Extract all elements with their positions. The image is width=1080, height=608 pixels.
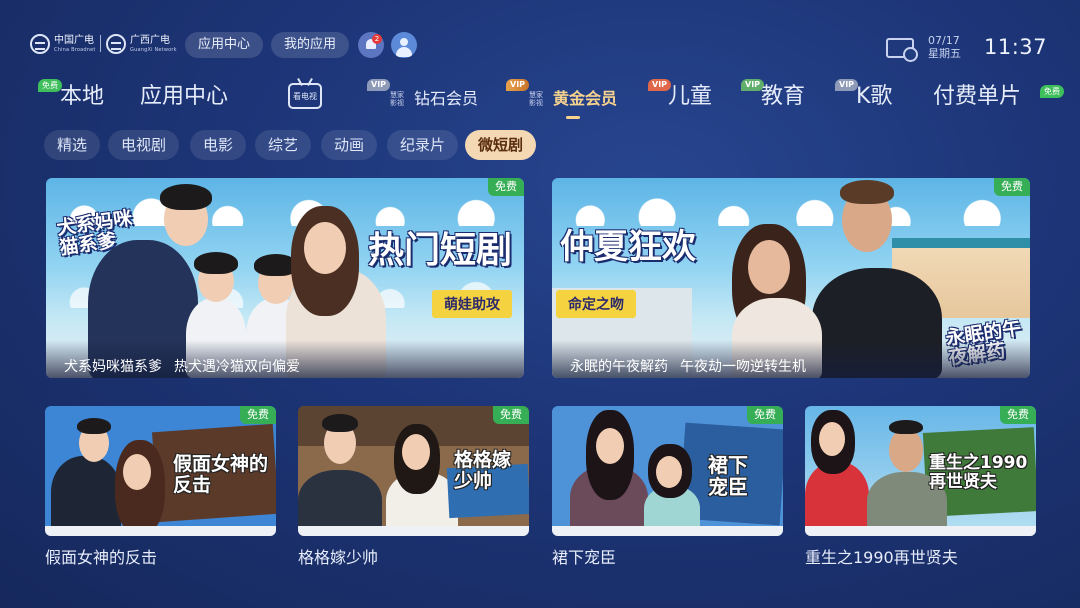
poster-figure (51, 456, 121, 536)
active-nav-indicator (566, 116, 580, 119)
poster-title: 仲夏狂欢 (560, 227, 696, 267)
logo-gx-subtitle: GuangXi Network (130, 46, 177, 53)
card-caption: 犬系妈咪猫系爹 热犬遇冷猫双向偏爱 (46, 340, 524, 378)
tab-featured[interactable]: 精选 (44, 130, 101, 160)
user-icon (400, 38, 408, 46)
free-badge: 免费 (488, 178, 524, 196)
short-drama-card[interactable]: 重生之1990再世贤夫 免费 (805, 406, 1036, 536)
short-drama-card[interactable]: 假面女神的反击 免费 (45, 406, 276, 536)
logo-gx-title: 广西广电 (130, 34, 170, 46)
notification-button[interactable]: 2 (358, 32, 384, 58)
free-badge: 免费 (240, 406, 276, 424)
poster-face (402, 434, 430, 470)
nav-item-karaoke[interactable]: K歌 (856, 84, 892, 110)
free-badge: 免费 (1000, 406, 1036, 424)
tab-variety[interactable]: 综艺 (255, 130, 312, 160)
short-drama-card[interactable]: 格格嫁少帅 免费 (298, 406, 529, 536)
tab-movies[interactable]: 电影 (190, 130, 247, 160)
vip-tag: VIP (367, 79, 391, 91)
user-icon-body (396, 47, 412, 57)
nav-item-pay-per-view[interactable]: 付费单片 (933, 84, 1021, 110)
logo-cbn-subtitle: China Broadnet (54, 46, 96, 53)
tab-animation[interactable]: 动画 (321, 130, 378, 160)
short-drama-title[interactable]: 格格嫁少帅 (298, 544, 378, 568)
poster-face (304, 222, 346, 274)
poster-title: 热门短剧 (368, 230, 513, 271)
poster-hair (194, 252, 238, 274)
free-tag: 免费 (1040, 85, 1064, 98)
guangxi-network-icon (106, 34, 126, 54)
tab-documentary[interactable]: 纪录片 (387, 130, 459, 160)
china-broadnet-logo: 中国广电 China Broadnet (30, 33, 96, 55)
logo-cbn-title: 中国广电 (54, 34, 94, 46)
poster-title: 格格嫁少帅 (454, 449, 512, 492)
watch-tv-logo-text: 看电视 (293, 92, 317, 101)
nav-item-kids[interactable]: 儿童 (668, 84, 712, 110)
poster-clouds (552, 196, 1030, 226)
poster-tag: 萌娃助攻 (432, 290, 512, 318)
user-avatar-button[interactable] (391, 32, 417, 58)
nav-item-gold-vip[interactable]: 黄金会员 (553, 86, 617, 112)
vip-tag: VIP (835, 79, 859, 91)
free-badge: 免费 (994, 178, 1030, 196)
free-badge: 免费 (493, 406, 529, 424)
my-apps-button[interactable]: 我的应用 (271, 32, 350, 58)
weekday-text: 星期五 (928, 47, 961, 60)
poster-face (748, 240, 790, 294)
short-drama-title[interactable]: 假面女神的反击 (45, 544, 157, 568)
tab-micro-drama[interactable]: 微短剧 (465, 130, 537, 160)
card-description: 热犬遇冷猫双向偏爱 (174, 359, 300, 375)
poster-face (889, 428, 923, 472)
short-drama-title[interactable]: 裙下宠臣 (552, 544, 616, 568)
china-broadnet-icon (30, 34, 50, 54)
date-text: 07/17 (928, 34, 960, 47)
top-bar: 中国广电 China Broadnet 广西广电 GuangXi Network… (0, 0, 1080, 70)
logo-divider (100, 35, 101, 52)
poster-hair (322, 414, 358, 432)
tab-tv-series[interactable]: 电视剧 (108, 130, 180, 160)
featured-card[interactable]: 仲夏狂欢 命定之吻 永眠的午夜解药 免费 永眠的午夜解药 午夜劫一吻逆转生机 (552, 178, 1030, 378)
poster-hair (889, 420, 923, 434)
short-drama-title[interactable]: 重生之1990再世贤夫 (805, 544, 958, 568)
poster-title: 重生之1990再世贤夫 (929, 453, 1028, 492)
poster-title: 裙下宠臣 (708, 453, 748, 499)
nav-item-watch-tv[interactable]: 看电视 (288, 83, 322, 109)
poster-hair (840, 180, 894, 204)
poster-paper-edge (552, 526, 783, 536)
app-center-button[interactable]: 应用中心 (185, 32, 264, 58)
short-drama-card[interactable]: 裙下宠臣 免费 (552, 406, 783, 536)
card-title: 永眠的午夜解药 (570, 359, 668, 375)
poster-face (656, 456, 682, 488)
card-title: 犬系妈咪猫系爹 (64, 359, 162, 375)
brand-label: 慧家影视 (529, 91, 543, 107)
vip-tag: VIP (506, 79, 530, 91)
brand-label: 慧家影视 (390, 91, 404, 107)
free-badge: 免费 (747, 406, 783, 424)
nav-item-diamond-vip[interactable]: 钻石会员 (414, 86, 478, 112)
time-display: 11:37 (984, 35, 1048, 59)
nav-item-app-center[interactable]: 应用中心 (140, 84, 228, 110)
poster-paper-edge (298, 526, 529, 536)
free-tag: 免费 (38, 79, 62, 92)
card-caption: 永眠的午夜解药 午夜劫一吻逆转生机 (552, 340, 1030, 378)
poster-hair (77, 418, 111, 434)
poster-tag: 命定之吻 (556, 290, 636, 318)
poster-paper-edge (45, 526, 276, 536)
notification-badge: 2 (372, 34, 382, 44)
nav-item-education[interactable]: 教育 (761, 84, 805, 110)
date-display: 07/17 星期五 (928, 34, 961, 60)
poster-face (123, 454, 151, 490)
poster-title: 假面女神的反击 (173, 453, 269, 496)
card-description: 午夜劫一吻逆转生机 (680, 359, 806, 375)
history-icon[interactable] (886, 38, 918, 62)
poster-face (819, 422, 845, 456)
poster-paper-edge (805, 526, 1036, 536)
poster-face (596, 428, 624, 464)
featured-card[interactable]: 犬系妈咪猫系爹 热门短剧 萌娃助攻 免费 犬系妈咪猫系爹 热犬遇冷猫双向偏爱 (46, 178, 524, 378)
nav-item-local[interactable]: 本地 (60, 84, 104, 110)
guangxi-network-logo: 广西广电 GuangXi Network (106, 33, 177, 55)
poster-hair (160, 184, 212, 210)
